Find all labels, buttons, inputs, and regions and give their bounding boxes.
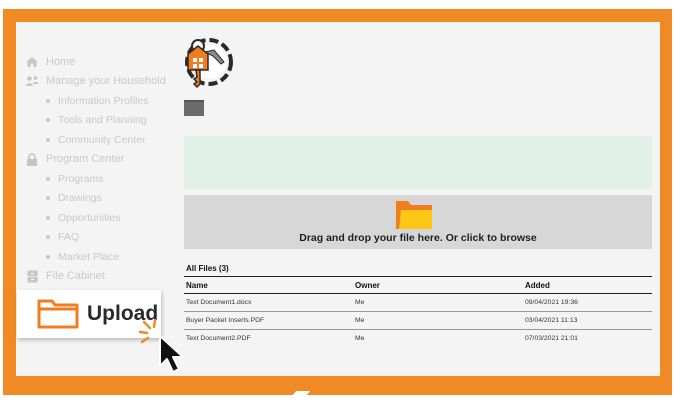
home-icon [24, 55, 40, 69]
column-header-added[interactable]: Added [525, 281, 652, 290]
file-dropzone[interactable]: Drag and drop your file here. Or click t… [184, 195, 652, 249]
table-row[interactable]: Buyer Packet Inserts.PDF Me 03/04/2021 1… [184, 312, 652, 330]
sidebar-item-label: File Cabinet [46, 270, 105, 283]
file-added: 09/04/2021 19:36 [525, 299, 578, 306]
sidebar-item-market-place[interactable]: Market Place [24, 247, 184, 267]
sidebar-item-label: Drawings [58, 192, 102, 205]
folder-icon [396, 201, 432, 229]
bullet-icon [46, 98, 50, 103]
sidebar-item-file-cabinet[interactable]: File Cabinet [24, 267, 184, 287]
sidebar-item-label: Tools and Planning [58, 114, 147, 127]
thumbnail-placeholder [184, 100, 204, 116]
column-header-owner[interactable]: Owner [355, 281, 525, 290]
sidebar-item-manage-household[interactable]: Manage your Household [24, 72, 184, 92]
bullet-icon [46, 235, 50, 240]
notice-banner [184, 136, 652, 189]
folder-outline-icon [37, 299, 79, 329]
file-owner: Me [355, 335, 365, 342]
sidebar-item-label: Market Place [58, 250, 120, 263]
sidebar-item-label: FAQ [58, 231, 80, 244]
sidebar-item-drawings[interactable]: Drawings [24, 189, 184, 209]
sidebar-item-label: Community Center [58, 133, 146, 146]
sidebar-item-tools-planning[interactable]: Tools and Planning [24, 111, 184, 131]
file-owner: Me [355, 299, 365, 306]
dropzone-instructions: Drag and drop your file here. Or click t… [299, 232, 537, 244]
sidebar-item-community-center[interactable]: Community Center [24, 130, 184, 150]
cabinet-icon [24, 269, 40, 283]
sidebar-item-programs[interactable]: Programs [24, 169, 184, 189]
file-added: 03/04/2021 11:13 [525, 317, 578, 324]
click-cursor-icon [138, 318, 184, 373]
sidebar-nav: Home Manage your Household Information P… [24, 52, 184, 286]
table-row[interactable]: Text Document1.docx Me 09/04/2021 19:36 [184, 294, 652, 312]
sidebar-item-program-center[interactable]: Program Center [24, 150, 184, 170]
sidebar-item-home[interactable]: Home [24, 52, 184, 72]
file-added: 07/03/2021 21:01 [525, 335, 578, 342]
bullet-icon [46, 176, 50, 181]
sidebar-item-label: Opportunities [58, 211, 121, 224]
file-list: All Files (3) Name Owner Added Text Docu… [184, 262, 652, 347]
house-key-logo [176, 34, 238, 96]
sidebar-item-label: Home [46, 55, 76, 68]
file-name[interactable]: Text Document2.PDF [184, 335, 355, 342]
sidebar-item-label: Programs [58, 172, 104, 185]
sidebar-item-label: Program Center [46, 153, 125, 166]
bullet-icon [46, 196, 50, 201]
file-name[interactable]: Buyer Packet Inserts.PDF [184, 317, 355, 324]
sidebar-item-information-profiles[interactable]: Information Profiles [24, 91, 184, 111]
file-name[interactable]: Text Document1.docx [184, 299, 355, 306]
sidebar-item-opportunities[interactable]: Opportunities [24, 208, 184, 228]
bullet-icon [46, 137, 50, 142]
sidebar-item-label: Information Profiles [58, 94, 149, 107]
table-row[interactable]: Text Document2.PDF Me 07/03/2021 21:01 [184, 330, 652, 347]
column-header-name[interactable]: Name [184, 281, 355, 290]
file-owner: Me [355, 317, 365, 324]
lock-icon [24, 152, 40, 166]
sidebar-item-faq[interactable]: FAQ [24, 228, 184, 248]
sidebar-item-label: Manage your Household [46, 75, 166, 88]
bullet-icon [46, 118, 50, 123]
bullet-icon [46, 254, 50, 259]
table-header: Name Owner Added [184, 277, 652, 294]
bullet-icon [46, 215, 50, 220]
file-list-title: All Files (3) [184, 262, 652, 277]
people-icon [24, 74, 40, 88]
